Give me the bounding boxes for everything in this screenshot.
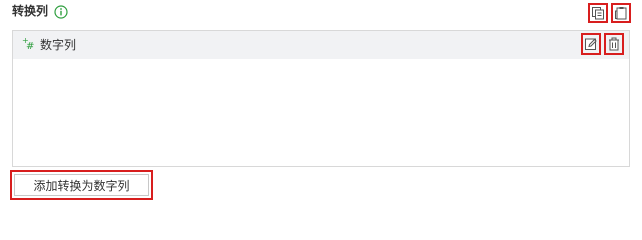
svg-text:#: # bbox=[26, 41, 34, 52]
list-item[interactable]: + # 数字列 bbox=[13, 31, 629, 59]
copy-button[interactable] bbox=[588, 3, 608, 23]
add-numeric-column-button[interactable]: 添加转换为数字列 bbox=[10, 170, 153, 200]
numeric-add-icon: + # bbox=[22, 36, 38, 52]
copy-icon bbox=[591, 6, 605, 20]
column-label: 数字列 bbox=[40, 38, 77, 52]
add-button-label: 添加转换为数字列 bbox=[33, 178, 130, 193]
column-list: + # 数字列 bbox=[12, 30, 630, 167]
delete-icon bbox=[607, 37, 621, 51]
section-header: 转换列 bbox=[12, 2, 68, 20]
section-title: 转换列 bbox=[12, 4, 49, 18]
edit-button[interactable] bbox=[581, 33, 601, 55]
delete-button[interactable] bbox=[604, 33, 624, 55]
paste-icon bbox=[614, 6, 628, 20]
add-button-face: 添加转换为数字列 bbox=[14, 174, 149, 196]
edit-icon bbox=[584, 37, 598, 51]
info-circle-icon[interactable] bbox=[54, 4, 68, 19]
paste-button[interactable] bbox=[611, 3, 631, 23]
